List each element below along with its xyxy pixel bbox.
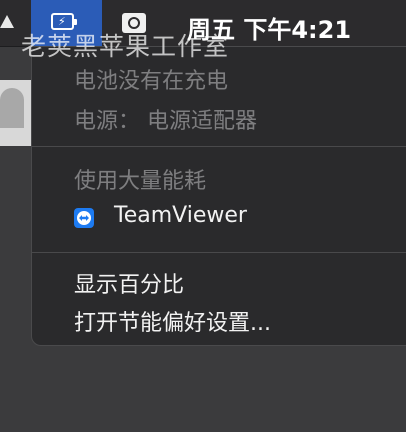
power-source-text: 电源： 电源适配器 — [74, 109, 257, 134]
avatar-image — [0, 88, 24, 128]
background-window — [0, 80, 32, 146]
wifi-icon[interactable] — [0, 15, 14, 28]
teamviewer-icon — [74, 208, 94, 228]
menu-item-teamviewer[interactable]: TeamViewer — [114, 203, 247, 228]
menu-item-energy-preferences[interactable]: 打开节能偏好设置... — [74, 305, 271, 337]
battery-status-text: 电池没有在充电 — [74, 69, 229, 94]
battery-dropdown-menu: 电池没有在充电 电源： 电源适配器 使用大量能耗 TeamViewer 显示百分… — [31, 46, 406, 346]
menu-separator — [32, 252, 406, 253]
watermark-text: 老荚黑苹果工作室 — [21, 32, 230, 61]
energy-heading: 使用大量能耗 — [74, 169, 207, 194]
menu-separator — [32, 146, 406, 147]
menu-item-show-percentage[interactable]: 显示百分比 — [74, 267, 184, 299]
